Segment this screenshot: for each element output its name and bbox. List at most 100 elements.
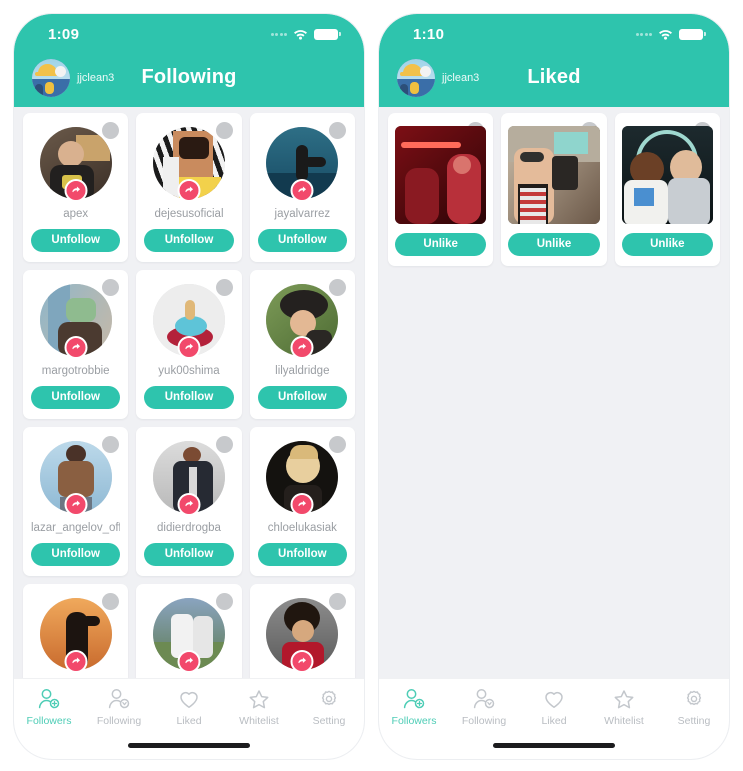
tab-followers[interactable]: Followers [14, 687, 84, 727]
account-chip[interactable]: jjclean3 [397, 58, 480, 97]
tab-label: Setting [677, 715, 711, 727]
user-card[interactable]: lazar_angelov_official Unfollow [23, 427, 129, 576]
user-card[interactable]: davidluiz_4 Unfollow [249, 584, 355, 678]
avatar [32, 58, 70, 97]
liked-list[interactable]: Unlike Unlike Unlike [379, 107, 729, 678]
gear-icon [317, 687, 341, 711]
unfollow-button[interactable]: Unfollow [31, 229, 121, 252]
tab-bar: Followers Following Liked Whitelist Sett… [14, 678, 364, 759]
unfollow-badge-icon [177, 493, 201, 516]
unlike-button[interactable]: Unlike [395, 233, 487, 256]
home-indicator[interactable] [493, 743, 615, 748]
unfollow-button[interactable]: Unfollow [257, 543, 347, 566]
username-label: lazar_angelov_official [31, 522, 120, 534]
user-card[interactable]: apex Unfollow [23, 113, 129, 262]
tab-whitelist[interactable]: Whitelist [589, 687, 659, 727]
tab-label: Liked [541, 715, 567, 727]
status-bar: 1:09 [14, 14, 364, 48]
tab-label: Whitelist [239, 715, 279, 727]
account-username: jjclean3 [77, 71, 115, 84]
tab-followers[interactable]: Followers [379, 687, 449, 727]
tab-label: Following [461, 715, 507, 727]
avatar [397, 58, 435, 97]
tab-setting[interactable]: Setting [294, 687, 364, 727]
tab-setting[interactable]: Setting [659, 687, 729, 727]
unfollow-button[interactable]: Unfollow [144, 229, 234, 252]
user-card[interactable]: jayalvarrez Unfollow [249, 113, 355, 262]
tab-following[interactable]: Following [449, 687, 519, 727]
liked-card[interactable]: Unlike [614, 113, 720, 266]
tab-liked[interactable]: Liked [154, 687, 224, 727]
following-list[interactable]: apex Unfollow dejesusoficial Unfollow ja… [14, 107, 364, 678]
nav-bar: jjclean3 Following [14, 48, 364, 107]
account-username: jjclean3 [442, 71, 480, 84]
unlike-button[interactable]: Unlike [508, 233, 600, 256]
user-card[interactable]: margotrobbie Unfollow [23, 270, 129, 419]
star-icon [247, 687, 271, 711]
user-card[interactable]: cescf4bregas Unfollow [136, 584, 242, 678]
avatar-wrap [39, 284, 112, 359]
account-chip[interactable]: jjclean3 [32, 58, 115, 97]
user-card[interactable]: myriamfares Unfollow [23, 584, 129, 678]
list-row: margotrobbie Unfollow yuk00shima Unfollo… [23, 270, 355, 419]
post-thumbnail[interactable] [621, 126, 713, 224]
post-thumbnail[interactable] [395, 126, 487, 224]
unfollow-badge-icon [290, 650, 314, 673]
username-label: lilyaldridge [275, 365, 330, 377]
wifi-icon [658, 29, 673, 40]
user-card[interactable]: dejesusoficial Unfollow [136, 113, 242, 262]
user-card[interactable]: didierdrogba Unfollow [136, 427, 242, 576]
liked-card[interactable]: Unlike [388, 113, 494, 266]
unfollow-badge-icon [177, 336, 201, 359]
tab-following[interactable]: Following [84, 687, 154, 727]
avatar-wrap [39, 441, 112, 516]
user-card[interactable]: lilyaldridge Unfollow [249, 270, 355, 419]
signal-dots-icon [635, 32, 652, 36]
phone-liked: 1:10 jjclean3 Liked Unlike Unlike Unlike… [379, 14, 729, 759]
star-icon [612, 687, 636, 711]
liked-card[interactable]: Unlike [501, 113, 607, 266]
tab-liked[interactable]: Liked [519, 687, 589, 727]
user-check-icon [107, 687, 131, 711]
status-icons [635, 28, 706, 40]
avatar-wrap [152, 598, 225, 673]
avatar-wrap [152, 441, 225, 516]
user-plus-icon [37, 687, 61, 711]
user-card[interactable]: yuk00shima Unfollow [136, 270, 242, 419]
avatar-wrap [152, 127, 225, 202]
username-label: yuk00shima [158, 365, 220, 377]
status-clock: 1:09 [48, 25, 80, 43]
avatar-wrap [266, 441, 339, 516]
unfollow-button[interactable]: Unfollow [144, 386, 234, 409]
heart-icon [542, 687, 566, 711]
list-row: apex Unfollow dejesusoficial Unfollow ja… [23, 113, 355, 262]
phone-following: 1:09 jjclean3 Following apex Unfollow de… [14, 14, 364, 759]
nav-bar: jjclean3 Liked [379, 48, 729, 107]
tab-label: Setting [312, 715, 346, 727]
status-bar: 1:10 [379, 14, 729, 48]
unfollow-button[interactable]: Unfollow [257, 386, 347, 409]
avatar-wrap [152, 284, 225, 359]
tab-bar: Followers Following Liked Whitelist Sett… [379, 678, 729, 759]
post-thumbnail[interactable] [508, 126, 600, 224]
user-plus-icon [402, 687, 426, 711]
user-card[interactable]: chloelukasiak Unfollow [249, 427, 355, 576]
unfollow-button[interactable]: Unfollow [257, 229, 347, 252]
unfollow-button[interactable]: Unfollow [31, 386, 121, 409]
tab-label: Followers [26, 715, 72, 727]
unlike-button[interactable]: Unlike [621, 233, 713, 256]
tab-label: Followers [391, 715, 437, 727]
app-header: 1:09 jjclean3 Following [14, 14, 364, 107]
username-label: didierdrogba [157, 522, 221, 534]
unfollow-badge-icon [177, 650, 201, 673]
tab-label: Liked [176, 715, 202, 727]
home-indicator[interactable] [128, 743, 250, 748]
list-row: myriamfares Unfollow [23, 584, 355, 678]
tab-whitelist[interactable]: Whitelist [224, 687, 294, 727]
tab-label: Whitelist [604, 715, 644, 727]
unfollow-button[interactable]: Unfollow [144, 543, 234, 566]
unfollow-badge-icon [64, 493, 88, 516]
username-label: dejesusoficial [154, 208, 224, 220]
signal-dots-icon [270, 32, 287, 36]
unfollow-button[interactable]: Unfollow [31, 543, 121, 566]
